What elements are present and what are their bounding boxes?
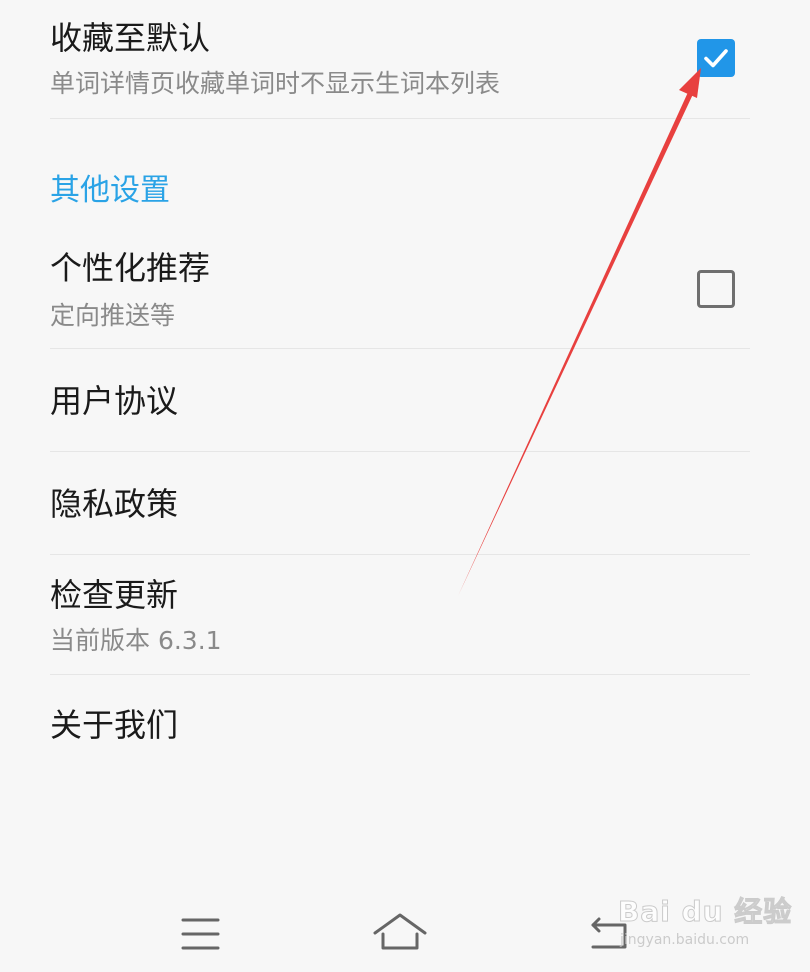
setting-title: 用户协议 bbox=[50, 382, 179, 420]
section-header-other-settings: 其他设置 bbox=[50, 173, 170, 208]
setting-row-about-us[interactable]: 关于我们 bbox=[50, 675, 750, 777]
setting-title: 隐私政策 bbox=[50, 485, 179, 523]
setting-title: 个性化推荐 bbox=[50, 249, 211, 287]
favorite-default-checkbox[interactable] bbox=[697, 39, 735, 77]
watermark-url: jingyan.baidu.com bbox=[620, 932, 750, 948]
setting-subtitle: 当前版本 6.3.1 bbox=[50, 626, 222, 655]
setting-row-check-update[interactable]: 检查更新 当前版本 6.3.1 bbox=[50, 555, 750, 673]
home-icon[interactable] bbox=[370, 905, 430, 965]
baidu-jingyan-watermark: Bai du 经验 jingyan.baidu.com bbox=[617, 888, 791, 958]
setting-row-favorite-default[interactable]: 收藏至默认 单词详情页收藏单词时不显示生词本列表 bbox=[50, 0, 750, 118]
personalized-checkbox[interactable] bbox=[697, 270, 735, 308]
setting-title: 关于我们 bbox=[50, 706, 179, 744]
divider bbox=[50, 118, 750, 119]
setting-subtitle: 定向推送等 bbox=[50, 301, 176, 330]
setting-row-privacy-policy[interactable]: 隐私政策 bbox=[50, 452, 750, 554]
setting-subtitle: 单词详情页收藏单词时不显示生词本列表 bbox=[50, 69, 501, 98]
setting-title: 检查更新 bbox=[50, 576, 179, 614]
watermark-text: Bai du 经验 bbox=[617, 895, 793, 929]
setting-row-user-agreement[interactable]: 用户协议 bbox=[50, 349, 750, 451]
check-icon bbox=[704, 49, 728, 68]
menu-icon[interactable] bbox=[170, 905, 230, 965]
setting-title: 收藏至默认 bbox=[50, 19, 211, 57]
setting-row-personalized[interactable]: 个性化推荐 定向推送等 bbox=[50, 240, 750, 348]
